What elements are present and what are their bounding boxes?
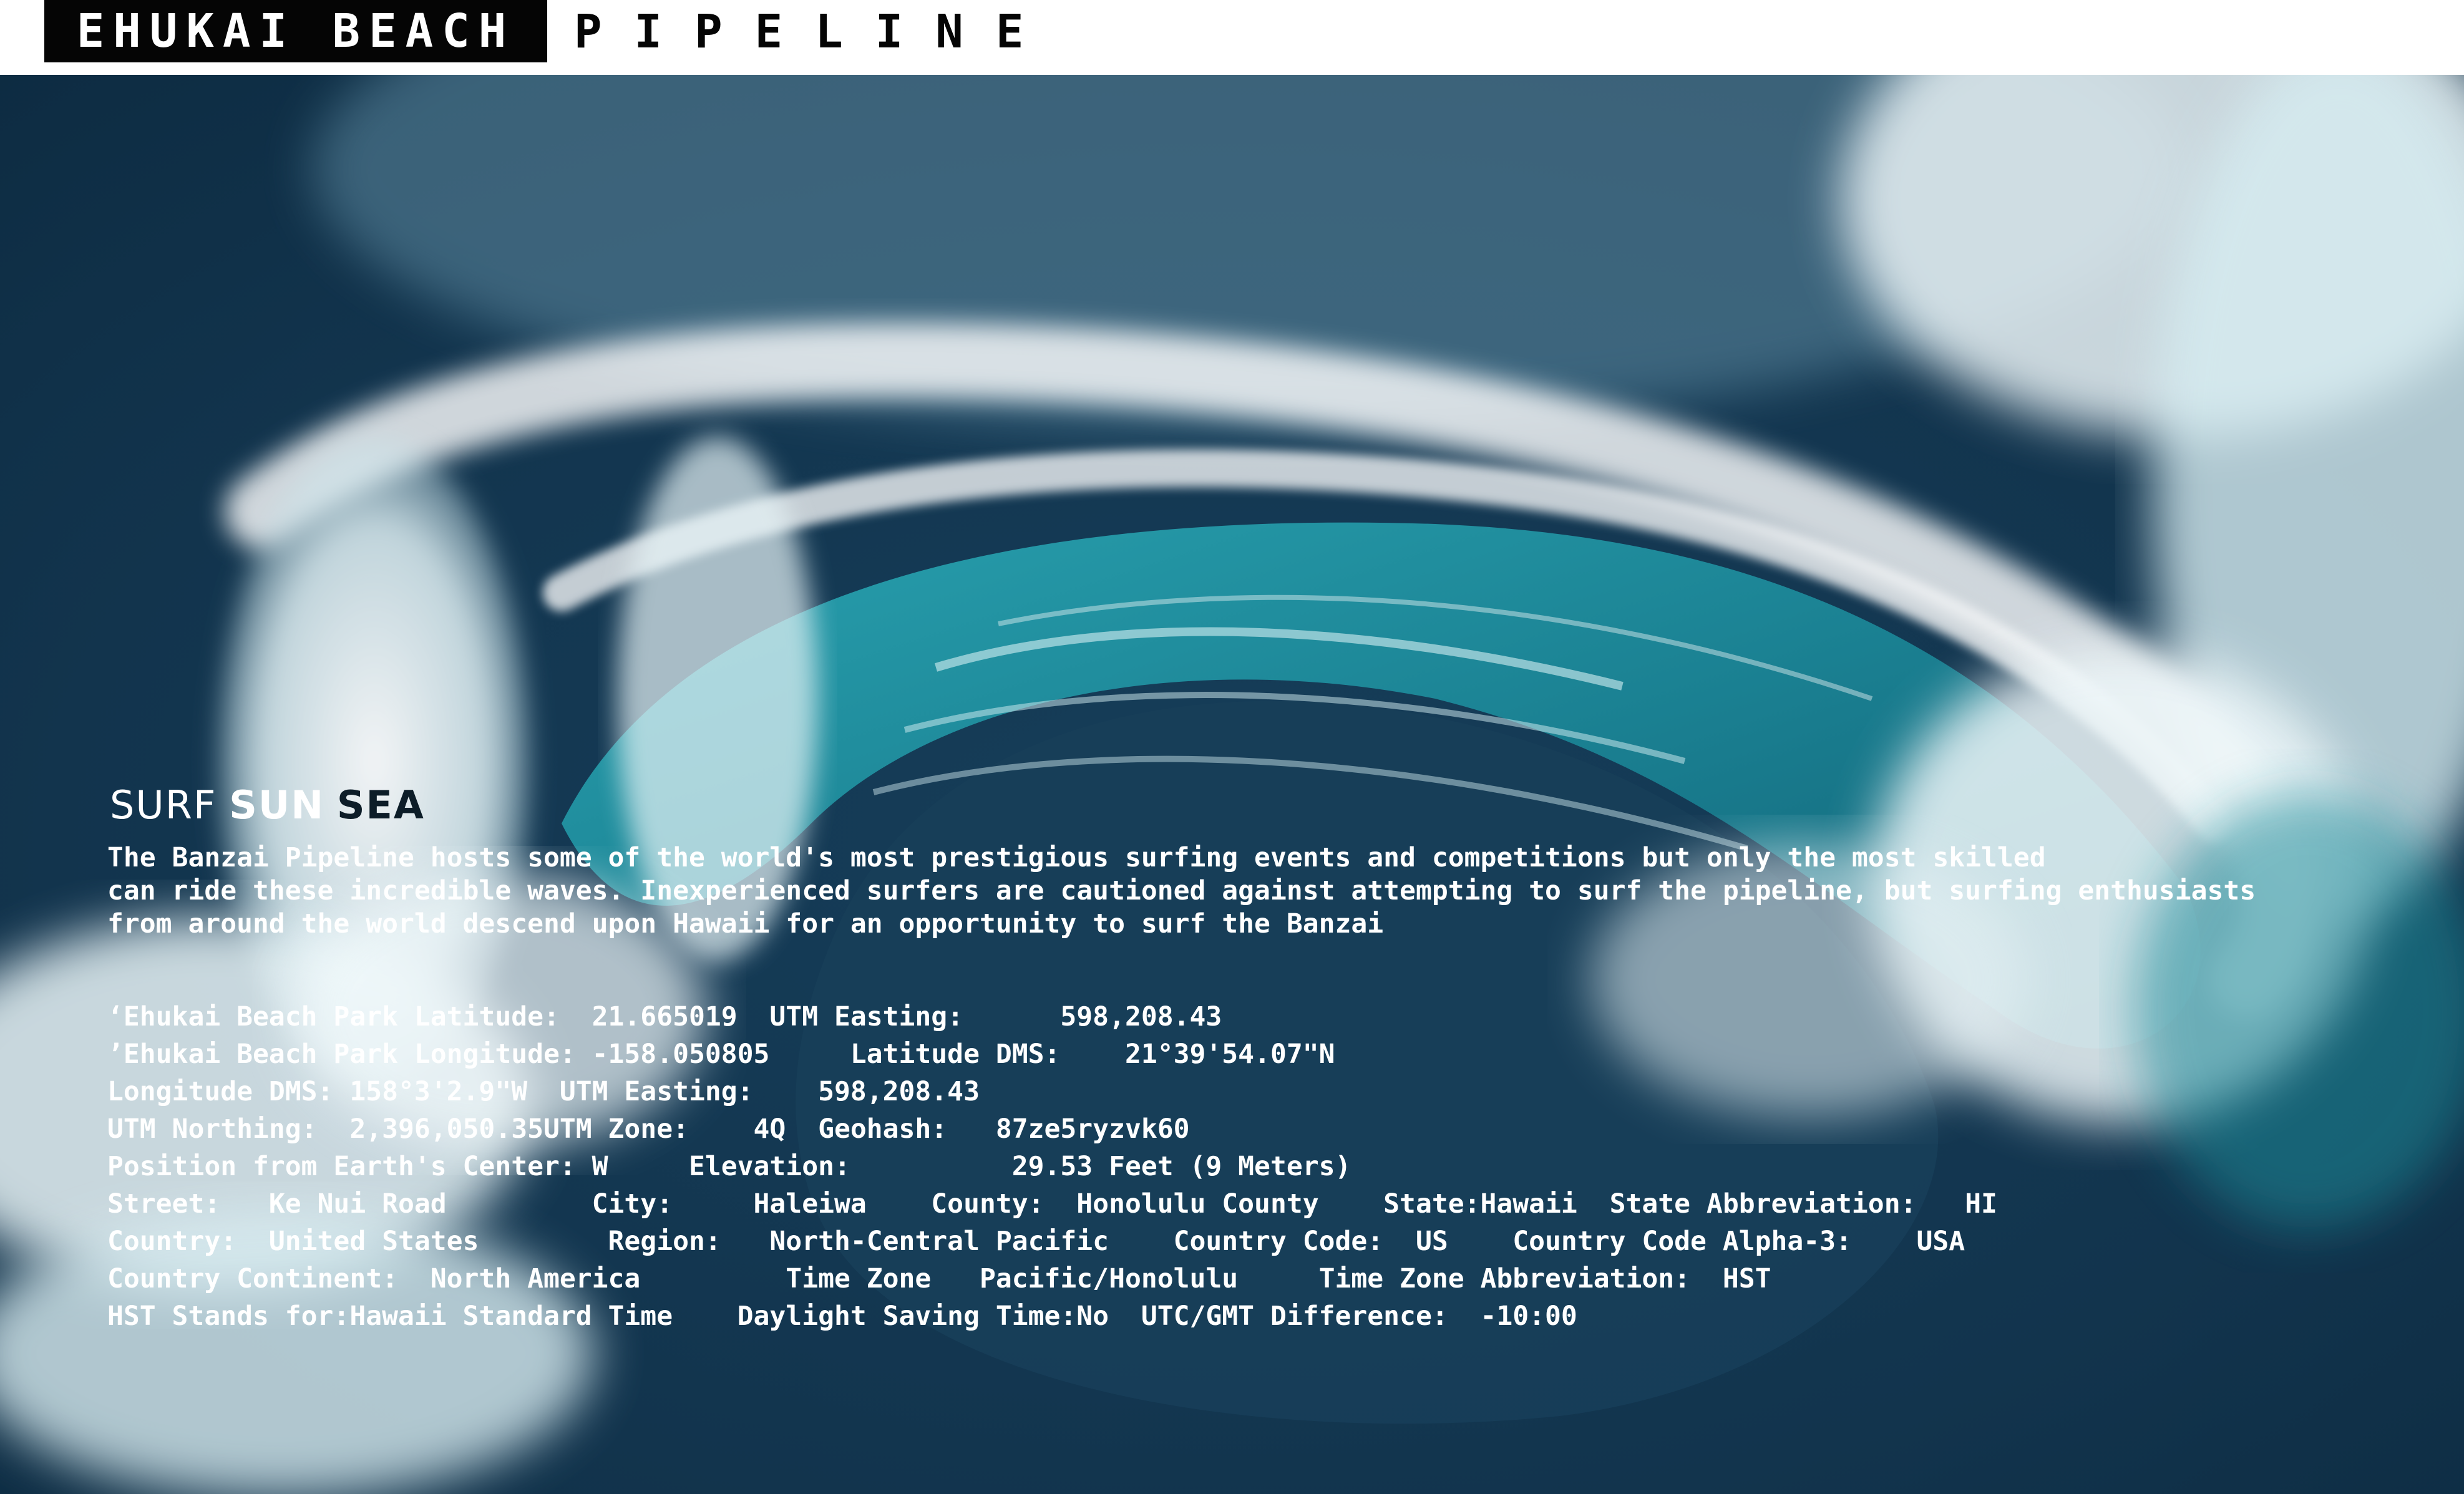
fact-line-longitude: ’Ehukai Beach Park Longitude: -158.05080… (107, 1039, 1335, 1070)
fact-line-longitude-dms: Longitude DMS: 158°3'2.9"W UTM Easting: … (107, 1076, 980, 1107)
brand-logo-box: EHUKAI BEACH (44, 0, 547, 62)
fact-line-position: Position from Earth's Center: W Elevatio… (107, 1151, 1351, 1182)
description-line: from around the world descend upon Hawai… (107, 908, 1384, 939)
description: The Banzai Pipeline hosts some of the wo… (107, 842, 2385, 941)
tagline-sun: SUN (229, 782, 325, 828)
tagline-surf: SURF (110, 782, 217, 828)
page: EHUKAI BEACH PIPELINE SURF SUN SEA The B… (0, 0, 2464, 1494)
description-line: The Banzai Pipeline hosts some of the wo… (107, 842, 2046, 873)
fact-line-country: Country: United States Region: North-Cen… (107, 1226, 1965, 1257)
header: EHUKAI BEACH PIPELINE (0, 0, 2464, 75)
fact-line-continent: Country Continent: North America Time Zo… (107, 1263, 1771, 1294)
fact-line-time: HST Stands for:Hawaii Standard Time Dayl… (107, 1301, 1577, 1332)
location-facts: ‘Ehukai Beach Park Latitude: 21.665019 U… (107, 998, 2416, 1335)
fact-line-street: Street: Ke Nui Road City: Haleiwa County… (107, 1188, 1997, 1220)
description-line: can ride these incredible waves. Inexper… (107, 875, 2256, 906)
tagline: SURF SUN SEA (110, 783, 2416, 828)
info-overlay: SURF SUN SEA The Banzai Pipeline hosts s… (107, 783, 2416, 1335)
fact-line-latitude: ‘Ehukai Beach Park Latitude: 21.665019 U… (107, 1001, 1222, 1032)
fact-line-utm-northing: UTM Northing: 2,396,050.35UTM Zone: 4Q G… (107, 1113, 1190, 1145)
tagline-sea: SEA (336, 782, 425, 828)
brand-title: EHUKAI BEACH (76, 4, 515, 58)
page-subtitle: PIPELINE (574, 5, 1056, 59)
